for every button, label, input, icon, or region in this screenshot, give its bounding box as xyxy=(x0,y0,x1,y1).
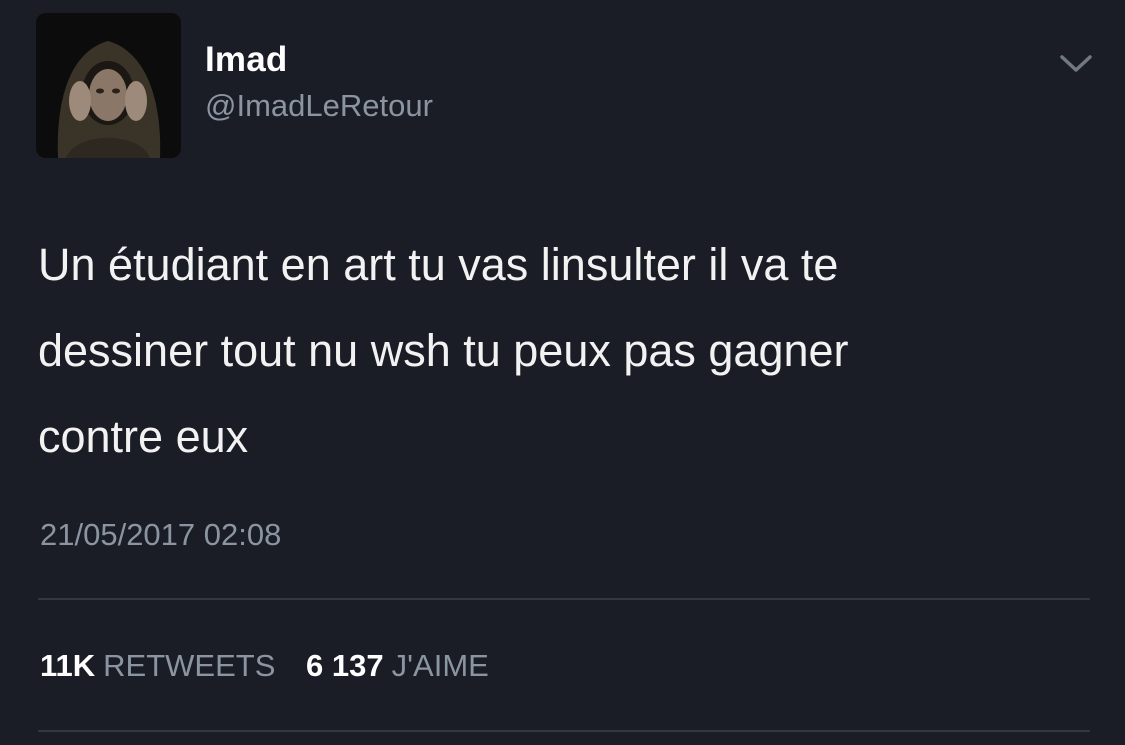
display-name[interactable]: Imad xyxy=(205,40,288,80)
tweet-timestamp: 21/05/2017 02:08 xyxy=(40,517,282,552)
chevron-down-icon[interactable] xyxy=(1058,50,1094,76)
tweet-text: Un étudiant en art tu vas linsulter il v… xyxy=(38,222,1098,480)
likes-count: 6 137 xyxy=(306,648,384,683)
avatar[interactable] xyxy=(36,13,181,158)
retweets-stat[interactable]: 11K RETWEETS xyxy=(40,648,284,683)
tweet-text-line: contre eux xyxy=(38,411,249,462)
avatar-image xyxy=(36,13,181,158)
user-handle[interactable]: @ImadLeRetour xyxy=(205,88,433,124)
retweets-label: RETWEETS xyxy=(103,648,276,683)
divider xyxy=(38,598,1090,600)
tweet-card: Imad @ImadLeRetour Un étudiant en art tu… xyxy=(0,0,1125,745)
divider xyxy=(38,730,1090,732)
tweet-text-line: Un étudiant en art tu vas linsulter il v… xyxy=(38,239,839,290)
likes-label: J'AIME xyxy=(391,648,489,683)
likes-stat[interactable]: 6 137 J'AIME xyxy=(306,648,489,683)
tweet-text-line: dessiner tout nu wsh tu peux pas gagner xyxy=(38,325,849,376)
tweet-stats: 11K RETWEETS 6 137 J'AIME xyxy=(40,648,489,684)
retweets-count: 11K xyxy=(40,648,96,683)
